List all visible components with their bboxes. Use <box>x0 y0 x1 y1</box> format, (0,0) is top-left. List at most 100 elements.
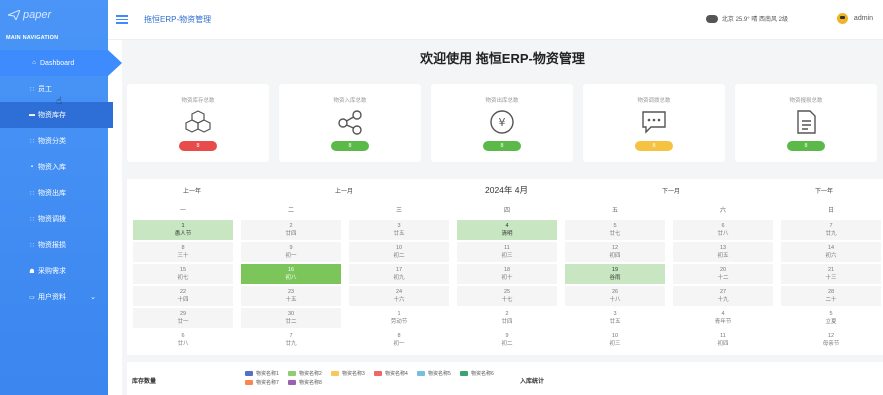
lunar-date: 十七 <box>501 297 513 303</box>
lunar-date: 十九 <box>717 297 729 303</box>
calendar-day[interactable]: 5 廿七 <box>565 220 665 240</box>
prev-month-button[interactable]: 上一月 <box>335 186 353 195</box>
calendar-day[interactable]: 13 初五 <box>673 242 773 262</box>
calendar-day[interactable]: 11 初四 <box>673 330 773 350</box>
calendar-day[interactable]: 5 立夏 <box>781 308 881 328</box>
lunar-date: 十三 <box>825 275 837 281</box>
legend-item[interactable]: 物资名称2 <box>288 370 322 377</box>
legend-label: 物资名称4 <box>385 371 408 377</box>
lunar-date: 十四 <box>177 297 189 303</box>
calendar-day[interactable]: 4 青年节 <box>673 308 773 328</box>
day-number: 22 <box>179 289 187 295</box>
calendar-day[interactable]: 28 二十 <box>781 286 881 306</box>
next-year-button[interactable]: 下一年 <box>815 186 833 195</box>
legend-item[interactable]: 物资名称5 <box>417 370 451 377</box>
sidebar-item-label: 物资出库 <box>38 190 66 197</box>
lunar-date: 十五 <box>285 297 297 303</box>
stat-card[interactable]: 物资库存总数 8 <box>127 84 269 162</box>
calendar-day[interactable]: 17 初九 <box>349 264 449 284</box>
sidebar-item[interactable]: ∷ 物资报损 <box>0 232 108 258</box>
stat-card-title: 物资入库总数 <box>333 98 367 104</box>
lunar-date: 廿四 <box>501 319 513 325</box>
calendar-day[interactable]: 4 清明 <box>457 220 557 240</box>
calendar-day[interactable]: 23 十五 <box>241 286 341 306</box>
sidebar-item[interactable]: ☗ 采购需求 <box>0 258 108 284</box>
sidebar-item[interactable]: ▭ 用户资料 ⌄ <box>0 284 108 310</box>
sidebar-item[interactable]: ∷ 物资分类 <box>0 128 108 154</box>
stat-card[interactable]: 物资出库总数 ¥8 <box>431 84 573 162</box>
calendar-day[interactable]: 8 初一 <box>349 330 449 350</box>
prev-year-button[interactable]: 上一年 <box>183 186 201 195</box>
day-number: 2 <box>289 223 293 229</box>
calendar-day[interactable]: 12 初四 <box>565 242 665 262</box>
sidebar-item[interactable]: ⌂ Dashboard <box>0 50 122 76</box>
calendar-day[interactable]: 11 初三 <box>457 242 557 262</box>
calendar-day[interactable]: 3 廿五 <box>349 220 449 240</box>
calendar-day[interactable]: 2 廿四 <box>241 220 341 240</box>
calendar-day[interactable]: 3 廿五 <box>565 308 665 328</box>
legend-item[interactable]: 物资名称8 <box>288 379 322 386</box>
calendar-day[interactable]: 7 廿九 <box>241 330 341 350</box>
sidebar-item-label: 物资调拨 <box>38 216 66 223</box>
folder-icon: ▭ <box>29 294 35 301</box>
calendar-day[interactable]: 12 母亲节 <box>781 330 881 350</box>
calendar-day[interactable]: 29 廿一 <box>133 308 233 328</box>
day-number: 19 <box>611 267 619 273</box>
calendar-day[interactable]: 14 初六 <box>781 242 881 262</box>
lunar-date: 初三 <box>501 253 513 259</box>
calendar-day[interactable]: 2 廿四 <box>457 308 557 328</box>
calendar-day[interactable]: 1 劳动节 <box>349 308 449 328</box>
calendar-day[interactable]: 1 愚人节 <box>133 220 233 240</box>
header-title[interactable]: 拖恒ERP-物资管理 <box>144 14 211 25</box>
calendar-day[interactable]: 15 初七 <box>133 264 233 284</box>
calendar-day[interactable]: 6 廿八 <box>673 220 773 240</box>
calendar-day[interactable]: 24 十六 <box>349 286 449 306</box>
lunar-date: 初四 <box>609 253 621 259</box>
day-number: 7 <box>829 223 833 229</box>
share-icon <box>337 109 363 135</box>
sidebar-item[interactable]: ∷ 物资调拨 <box>0 206 108 232</box>
calendar-day[interactable]: 10 初二 <box>349 242 449 262</box>
calendar-day[interactable]: 21 十三 <box>781 264 881 284</box>
chevron-down-icon[interactable]: ⌄ <box>90 293 96 301</box>
calendar-day[interactable]: 16 初八 <box>241 264 341 284</box>
calendar-day[interactable]: 18 初十 <box>457 264 557 284</box>
logo[interactable]: paper <box>0 0 108 30</box>
weekday-label: 四 <box>503 208 510 214</box>
legend-item[interactable]: 物资名称4 <box>374 370 408 377</box>
legend-item[interactable]: 物资名称1 <box>245 370 279 377</box>
day-number: 17 <box>395 267 403 273</box>
stat-card[interactable]: 物资入库总数 8 <box>279 84 421 162</box>
weekday-label: 六 <box>719 208 726 214</box>
calendar-day[interactable]: 9 初二 <box>457 330 557 350</box>
calendar-day[interactable]: 22 十四 <box>133 286 233 306</box>
legend-item[interactable]: 物资名称6 <box>460 370 494 377</box>
day-number: 24 <box>395 289 403 295</box>
calendar-day[interactable]: 20 十二 <box>673 264 773 284</box>
legend-label: 物资名称5 <box>428 371 451 377</box>
calendar-day[interactable]: 6 廿八 <box>133 330 233 350</box>
next-month-button[interactable]: 下一月 <box>662 186 680 195</box>
calendar-day[interactable]: 10 初三 <box>565 330 665 350</box>
mouse-cursor-icon: ☝ <box>56 96 63 107</box>
lunar-date: 十六 <box>393 297 405 303</box>
sidebar-item[interactable]: ∷ 物资出库 <box>0 180 108 206</box>
sidebar-item[interactable]: ▪ 物资入库 <box>0 154 108 180</box>
legend-item[interactable]: 物资名称7 <box>245 379 279 386</box>
user-menu[interactable]: admin <box>836 13 873 24</box>
sidebar-item[interactable]: ∷ 员工 <box>0 76 108 102</box>
legend-swatch <box>288 371 296 376</box>
calendar-day[interactable]: 30 廿二 <box>241 308 341 328</box>
stat-card[interactable]: 物资调拨总数 8 <box>583 84 725 162</box>
calendar-day[interactable]: 19 谷雨 <box>565 264 665 284</box>
calendar-day[interactable]: 9 初一 <box>241 242 341 262</box>
calendar-day[interactable]: 26 十八 <box>565 286 665 306</box>
legend-item[interactable]: 物资名称3 <box>331 370 365 377</box>
menu-toggle-icon[interactable] <box>116 13 128 26</box>
stat-card[interactable]: 物资报损总数 8 <box>735 84 877 162</box>
calendar-day[interactable]: 8 三十 <box>133 242 233 262</box>
calendar-day[interactable]: 25 十七 <box>457 286 557 306</box>
day-number: 23 <box>287 289 295 295</box>
calendar-day[interactable]: 7 廿九 <box>781 220 881 240</box>
calendar-day[interactable]: 27 十九 <box>673 286 773 306</box>
